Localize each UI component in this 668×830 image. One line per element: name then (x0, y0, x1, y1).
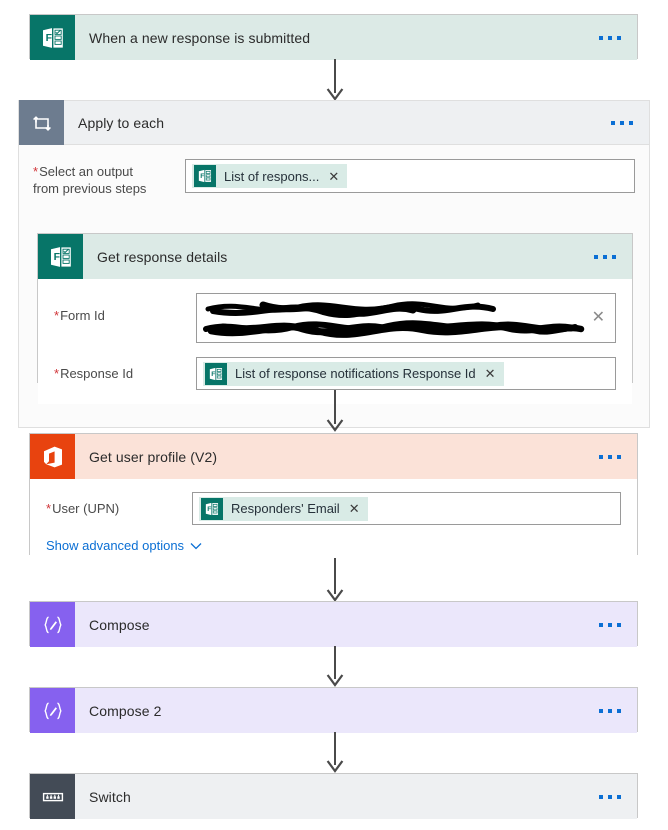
node-title: Compose (89, 616, 150, 633)
field-user-upn: *User (UPN) F Responders' Email ✕ (46, 492, 621, 525)
connector-arrow (324, 732, 346, 774)
connector-arrow (324, 558, 346, 602)
card-header: Compose 2 (30, 688, 637, 733)
flow-node-trigger[interactable]: F When a new response is submitted (29, 14, 638, 60)
link-label: Show advanced options (46, 538, 185, 553)
flow-node-apply-to-each-header[interactable]: Apply to each (18, 100, 650, 145)
chevron-down-icon (190, 542, 202, 550)
more-commands-button[interactable] (599, 622, 621, 627)
node-title: Compose 2 (89, 702, 162, 719)
token-label: Responders' Email (231, 501, 340, 516)
field-form-id: *Form Id ✕ (54, 293, 616, 343)
node-title: Get response details (97, 248, 228, 265)
svg-text:F: F (211, 371, 215, 378)
svg-text:F: F (45, 32, 52, 44)
flow-node-switch[interactable]: Switch (29, 773, 638, 819)
card-header: Compose (30, 602, 637, 647)
node-title: Get user profile (V2) (89, 448, 218, 465)
office-365-icon (30, 434, 75, 479)
token-label: List of response notifications Response … (235, 366, 476, 381)
required-marker: * (33, 164, 39, 179)
more-commands-button[interactable] (599, 794, 621, 799)
response-id-input[interactable]: F List of response notifications Respons… (196, 357, 616, 390)
microsoft-forms-icon: F (38, 234, 83, 279)
token-chip[interactable]: F Responders' Email ✕ (199, 496, 368, 521)
connector-arrow (324, 59, 346, 101)
flow-node-get-response-details[interactable]: F Get response details *Form Id ✕ *Respo… (37, 233, 633, 404)
microsoft-forms-icon: F (30, 15, 75, 60)
field-label: *Response Id (54, 366, 134, 381)
card-header: F Get response details (38, 234, 632, 279)
required-marker: * (54, 308, 60, 323)
microsoft-forms-icon: F (194, 165, 216, 187)
token-chip[interactable]: F List of respons... ✕ (192, 164, 348, 188)
svg-text:F: F (207, 506, 211, 513)
field-label: *User (UPN) (46, 501, 120, 516)
remove-token-button[interactable]: ✕ (328, 170, 339, 183)
microsoft-forms-icon: F (205, 362, 227, 385)
flow-canvas: F When a new response is submitted Apply… (0, 0, 668, 830)
node-title: Switch (89, 788, 131, 805)
card-header: F When a new response is submitted (30, 15, 637, 60)
flow-node-compose-2[interactable]: Compose 2 (29, 687, 638, 733)
more-commands-button[interactable] (599, 454, 621, 459)
more-commands-button[interactable] (599, 35, 621, 40)
field-response-id: *Response Id F List of response notifica… (54, 357, 616, 390)
redacted-value (203, 297, 609, 339)
field-select-output: *Select an output from previous steps F (33, 159, 635, 197)
compose-braces-icon (30, 688, 75, 733)
card-header: Get user profile (V2) (30, 434, 637, 479)
connector-arrow (324, 390, 346, 432)
compose-braces-icon (30, 602, 75, 647)
microsoft-forms-icon: F (201, 497, 223, 520)
required-marker: * (54, 366, 60, 381)
switch-icon (30, 774, 75, 819)
connector-arrow (324, 646, 346, 688)
flow-node-get-user-profile[interactable]: Get user profile (V2) *User (UPN) F Resp… (29, 433, 638, 565)
flow-node-compose[interactable]: Compose (29, 601, 638, 647)
node-title: When a new response is submitted (89, 29, 311, 46)
user-upn-input[interactable]: F Responders' Email ✕ (192, 492, 621, 525)
card-header: Switch (30, 774, 637, 819)
required-marker: * (46, 501, 52, 516)
svg-text:F: F (200, 173, 204, 180)
svg-text:F: F (53, 251, 60, 263)
select-output-input[interactable]: F List of respons... ✕ (185, 159, 635, 193)
field-label: *Form Id (54, 308, 105, 323)
field-label: *Select an output from previous steps (33, 164, 147, 196)
form-id-input[interactable]: ✕ (196, 293, 616, 343)
card-body: *Form Id ✕ *Response Id F List of respon… (38, 279, 632, 404)
more-commands-button[interactable] (611, 120, 633, 125)
token-label: List of respons... (224, 168, 320, 184)
more-commands-button[interactable] (599, 708, 621, 713)
more-commands-button[interactable] (594, 254, 616, 259)
remove-token-button[interactable]: ✕ (485, 367, 496, 380)
node-title: Apply to each (78, 114, 165, 131)
card-body: *User (UPN) F Responders' Email ✕ Show a… (30, 479, 637, 565)
token-chip[interactable]: F List of response notifications Respons… (203, 361, 504, 386)
remove-token-button[interactable]: ✕ (349, 502, 360, 515)
loop-repeat-icon (19, 100, 64, 145)
show-advanced-options-link[interactable]: Show advanced options (46, 538, 202, 553)
clear-form-id-button[interactable]: ✕ (592, 310, 605, 326)
apply-to-each-body: *Select an output from previous steps F (18, 145, 650, 428)
